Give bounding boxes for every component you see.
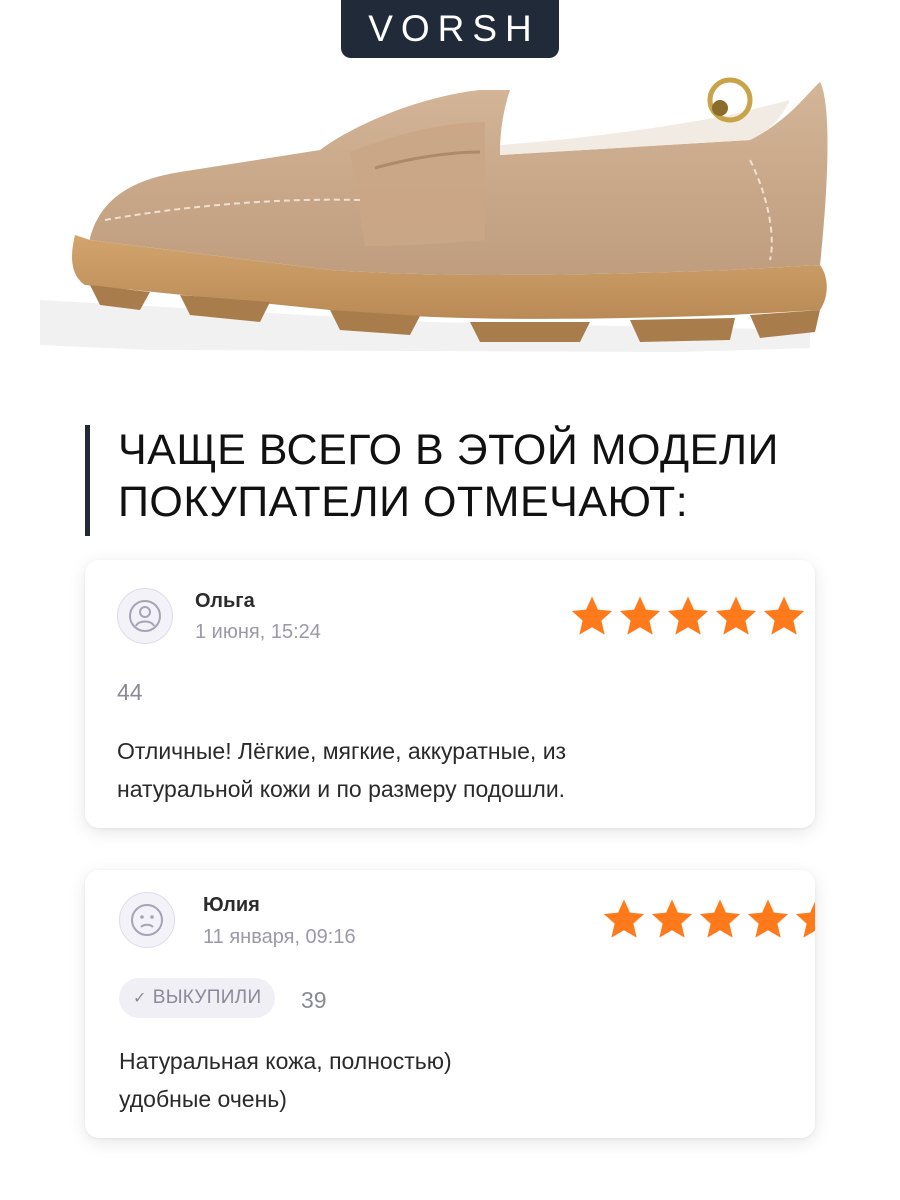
review-text: Отличные! Лёгкие, мягкие, аккуратные, из… — [117, 732, 777, 808]
star-icon — [667, 596, 709, 635]
star-icon — [795, 901, 815, 938]
review-text-line: удобные очень) — [119, 1086, 287, 1112]
neutral-face-icon — [131, 904, 163, 936]
star-icon — [651, 899, 693, 938]
loafer-shoe-image — [40, 77, 828, 352]
review-author: Ольга — [195, 590, 255, 612]
rating-stars — [601, 896, 815, 942]
review-text-line: натуральной кожи и по размеру подошли. — [117, 776, 566, 802]
likes-count[interactable]: 39 — [301, 987, 327, 1014]
likes-count[interactable]: 44 — [117, 679, 143, 706]
avatar — [119, 892, 175, 948]
review-date: 1 июня, 15:24 — [195, 621, 321, 643]
heading-line-2: ПОКУПАТЕЛИ ОТМЕЧАЮТ: — [118, 478, 689, 526]
user-icon — [129, 600, 161, 632]
review-author: Юлия — [203, 894, 260, 916]
brand-logo: VORSH — [341, 0, 559, 58]
review-date: 11 января, 09:16 — [203, 926, 356, 948]
star-icon — [763, 596, 805, 635]
review-card: Ольга 1 июня, 15:24 44 Отличные! Лёгкие,… — [85, 560, 815, 828]
purchased-badge: ✓ ВЫКУПИЛИ — [119, 978, 276, 1018]
star-icon — [747, 899, 789, 938]
review-text-line: Отличные! Лёгкие, мягкие, аккуратные, из — [117, 738, 567, 764]
review-card: Юлия 11 января, 09:16 ✓ ВЫКУПИЛИ 39 Нату… — [85, 870, 815, 1138]
star-icon — [619, 596, 661, 635]
avatar — [117, 588, 173, 644]
section-heading: ЧАЩЕ ВСЕГО В ЭТОЙ МОДЕЛИ ПОКУПАТЕЛИ ОТМЕ… — [118, 424, 878, 528]
check-icon: ✓ — [133, 990, 147, 1007]
star-icon — [715, 596, 757, 635]
review-text-line: Натуральная кожа, полностью) — [119, 1048, 452, 1074]
heading-accent-bar — [85, 425, 90, 536]
star-icon — [571, 596, 613, 635]
star-icon — [699, 899, 741, 938]
rating-stars — [569, 593, 809, 639]
purchased-badge-label: ВЫКУПИЛИ — [152, 987, 262, 1008]
heading-line-1: ЧАЩЕ ВСЕГО В ЭТОЙ МОДЕЛИ — [118, 426, 779, 474]
star-icon — [603, 899, 645, 938]
review-text: Натуральная кожа, полностью) удобные оче… — [119, 1042, 779, 1118]
